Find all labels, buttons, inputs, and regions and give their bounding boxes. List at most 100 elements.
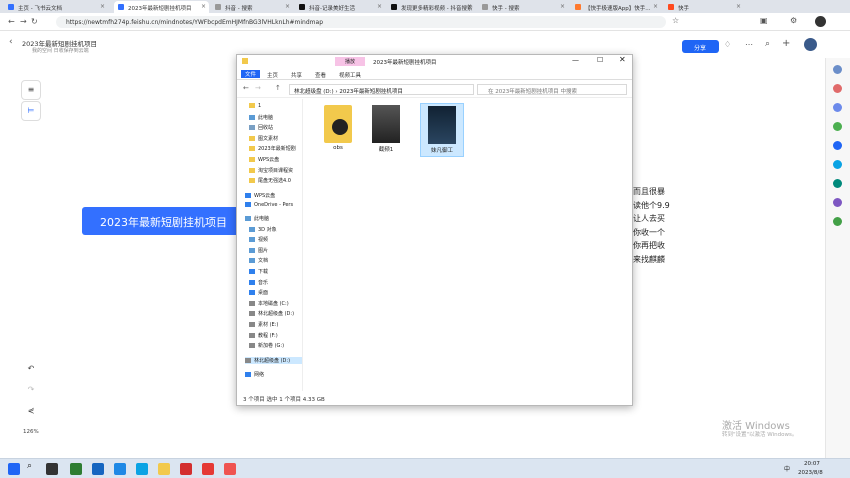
nav-item[interactable]: 本地磁盘 (C:) xyxy=(249,300,289,307)
nav-item[interactable]: 素材 (E:) xyxy=(249,321,278,328)
nav-item[interactable]: 林北超级盘 (D:) xyxy=(249,310,294,317)
nav-item[interactable]: 此电脑 xyxy=(249,114,273,121)
back-icon[interactable]: ← xyxy=(8,17,15,26)
add-icon[interactable]: + xyxy=(782,38,790,49)
nav-item[interactable]: 3D 对象 xyxy=(249,226,277,233)
tab-close-icon[interactable]: × xyxy=(285,3,290,10)
more-icon[interactable]: ⋯ xyxy=(745,40,753,49)
nav-item[interactable]: OneDrive - Pers xyxy=(245,202,293,208)
profile-avatar[interactable] xyxy=(815,16,826,27)
sidebar-app-icon[interactable] xyxy=(833,217,842,226)
search-taskbar-icon[interactable]: ⌕ xyxy=(27,461,39,473)
sidebar-app-icon[interactable] xyxy=(833,160,842,169)
path-seg-1[interactable]: 林北超级盘 (D:) xyxy=(294,89,334,95)
user-avatar[interactable] xyxy=(804,38,817,51)
ribbon-tab[interactable]: 主页 xyxy=(267,71,278,79)
sidebar-app-icon[interactable] xyxy=(833,65,842,74)
undo-icon[interactable]: ↶ xyxy=(21,360,41,380)
tab-close-icon[interactable]: × xyxy=(653,3,658,10)
forward-arrow-icon[interactable]: → xyxy=(255,84,261,92)
app-red2-icon[interactable] xyxy=(202,463,214,475)
share-button[interactable]: 分享 xyxy=(682,40,719,53)
mindmap-icon[interactable]: ⊨ xyxy=(21,101,41,121)
browser-tab[interactable]: 快手 × xyxy=(664,1,744,13)
folder-taskbar-icon[interactable] xyxy=(158,463,170,475)
sidebar-app-icon[interactable] xyxy=(833,103,842,112)
sidebar-app-icon[interactable] xyxy=(833,141,842,150)
sidebar-app-icon[interactable] xyxy=(833,198,842,207)
app-red-icon[interactable] xyxy=(180,463,192,475)
ribbon-tab[interactable]: 查看 xyxy=(315,71,326,79)
file-item[interactable]: obs xyxy=(316,103,360,157)
nav-item[interactable]: WPS云盘 xyxy=(245,192,275,199)
nav-item[interactable]: 2023年最新短剧 xyxy=(249,145,296,152)
nav-item[interactable]: 尾盘无强选4.0 xyxy=(249,177,291,184)
browser-tab[interactable]: 抖音-记录美好生活 × xyxy=(295,1,385,13)
app-red3-icon[interactable] xyxy=(224,463,236,475)
browser-tab[interactable]: 抖音 - 搜索 × xyxy=(211,1,293,13)
taskview-icon[interactable] xyxy=(46,463,58,475)
nav-item[interactable]: 回收站 xyxy=(249,124,273,131)
tab-close-icon[interactable]: × xyxy=(467,3,472,10)
qq-icon[interactable] xyxy=(92,463,104,475)
ribbon-tab[interactable]: 共享 xyxy=(291,71,302,79)
wechat-icon[interactable] xyxy=(70,463,82,475)
nav-item[interactable]: 新加卷 (G:) xyxy=(249,342,284,349)
collections-icon[interactable]: ▣ xyxy=(760,16,768,25)
tab-close-icon[interactable]: × xyxy=(201,3,206,10)
sidebar-app-icon[interactable] xyxy=(833,179,842,188)
outline-icon[interactable]: ≡ xyxy=(21,80,41,100)
nav-item[interactable]: 林北超级盘 (D:) xyxy=(245,356,302,364)
tab-close-icon[interactable]: × xyxy=(100,3,105,10)
clock-date[interactable]: 2023/8/8 xyxy=(798,470,823,476)
path-breadcrumb[interactable]: 林北超级盘 (D:) › 2023年最新短剧挂机项目 xyxy=(289,84,474,95)
clock-time[interactable]: 20:07 xyxy=(804,461,820,467)
browser-tab[interactable]: 快手 - 搜索 × xyxy=(478,1,568,13)
context-tab-play[interactable]: 播放 xyxy=(335,57,365,66)
browser-tab[interactable]: 发现更多精彩视频 - 抖音搜索 × xyxy=(387,1,475,13)
mindmap-root-node[interactable]: 2023年最新短剧挂机项目 xyxy=(82,207,240,235)
nav-item[interactable]: 1 xyxy=(249,103,261,109)
collapse-icon[interactable]: ⋞ xyxy=(21,402,41,422)
browser-tab[interactable]: 主页 - 飞书云文档 × xyxy=(4,1,108,13)
maximize-icon[interactable]: ☐ xyxy=(597,56,603,64)
ime-indicator[interactable]: 中 xyxy=(784,464,790,473)
tab-close-icon[interactable]: × xyxy=(377,3,382,10)
edge-icon[interactable] xyxy=(136,463,148,475)
explorer-search-input[interactable]: 在 2023年最新短剧挂机项目 中搜索 xyxy=(477,84,627,95)
forward-icon[interactable]: → xyxy=(20,17,27,26)
tab-close-icon[interactable]: × xyxy=(736,3,741,10)
browser-tab[interactable]: 【快手极速版App】快手... × xyxy=(571,1,661,13)
file-item[interactable]: 截频1 xyxy=(364,103,408,157)
nav-item[interactable]: 网络 xyxy=(245,371,264,378)
close-icon[interactable]: ✕ xyxy=(619,55,626,64)
nav-item[interactable]: 图文素材 xyxy=(249,135,278,142)
back-chevron-icon[interactable]: ‹ xyxy=(9,37,13,47)
up-arrow-icon[interactable]: ↑ xyxy=(275,84,281,92)
ribbon-tab[interactable]: 文件 xyxy=(241,70,261,78)
file-item[interactable]: 妹凡御工 xyxy=(420,103,464,157)
nav-item[interactable]: 文档 xyxy=(249,257,268,264)
url-input[interactable]: https://newtmfh274p.feishu.cn/mindnotes/… xyxy=(56,16,666,28)
nav-item[interactable]: WPS云盘 xyxy=(249,156,279,163)
nav-item[interactable]: 视频 xyxy=(249,236,268,243)
search-icon[interactable]: ⌕ xyxy=(765,39,770,49)
star-icon[interactable]: ☆ xyxy=(672,16,679,25)
path-seg-2[interactable]: 2023年最新短剧挂机项目 xyxy=(339,89,403,95)
tab-close-icon[interactable]: × xyxy=(560,3,565,10)
zoom-level[interactable]: 126% xyxy=(23,429,39,435)
redo-icon[interactable]: ↷ xyxy=(21,381,41,401)
nav-item[interactable]: 淘宝项目课程资 xyxy=(249,167,293,174)
nav-item[interactable]: 下载 xyxy=(249,268,268,275)
minimize-icon[interactable]: — xyxy=(572,56,579,64)
sidebar-app-icon[interactable] xyxy=(833,122,842,131)
nav-item[interactable]: 图片 xyxy=(249,247,268,254)
nav-item[interactable]: 教程 (F:) xyxy=(249,332,278,339)
nav-item[interactable]: 桌面 xyxy=(249,289,268,296)
browser-tab[interactable]: 2023年最新短剧挂机项目 × xyxy=(114,1,209,13)
refresh-icon[interactable]: ↻ xyxy=(31,17,38,26)
ribbon-tab[interactable]: 视频工具 xyxy=(339,71,361,79)
bell-icon[interactable]: ♢ xyxy=(724,40,731,49)
start-icon[interactable] xyxy=(8,463,20,475)
back-arrow-icon[interactable]: ← xyxy=(243,84,249,92)
